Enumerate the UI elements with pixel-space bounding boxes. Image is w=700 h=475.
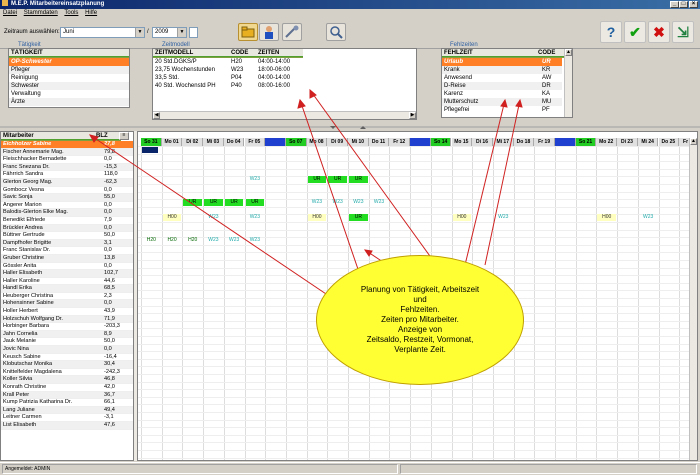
callout-text: Planung von Tätigkeit, Arbeitszeit und F… <box>360 285 480 354</box>
annotation-arrows <box>88 88 523 301</box>
status-user: Angemeldet: ADMIN <box>2 464 398 474</box>
status-segment-2 <box>400 464 697 474</box>
callout-bubble: Planung von Tätigkeit, Arbeitszeit und F… <box>316 255 524 385</box>
status-bar: Angemeldet: ADMIN <box>0 462 700 475</box>
